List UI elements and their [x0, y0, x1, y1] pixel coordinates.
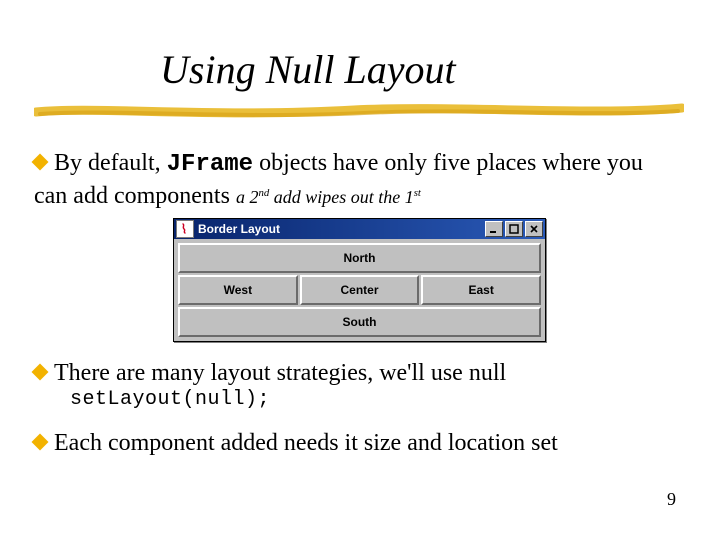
bullet-2-text: There are many layout strategies, we'll … [54, 360, 506, 386]
bullet-1-code: JFrame [167, 151, 253, 178]
maximize-button-icon [505, 221, 523, 237]
page-number: 9 [667, 489, 676, 510]
minimize-button-icon [485, 221, 503, 237]
bullet-icon [32, 434, 49, 451]
note-nd: nd [258, 187, 269, 199]
java-window-illustration: Border Layout North West Center East Sou… [173, 218, 546, 342]
slide: Using Null Layout By default, JFrame obj… [0, 0, 720, 540]
bullet-1: By default, JFrame objects have only fiv… [34, 148, 680, 211]
center-cell: Center [300, 275, 420, 305]
bullet-1-text-pre: By default, [54, 150, 167, 176]
bullet-2: There are many layout strategies, we'll … [34, 358, 680, 389]
window-title: Border Layout [198, 222, 483, 236]
brush-underline [34, 102, 684, 120]
north-cell: North [178, 243, 541, 273]
bullet-3: Each component added needs it size and l… [34, 428, 680, 459]
bullet-icon [32, 154, 49, 171]
java-cup-icon [176, 220, 194, 238]
west-cell: West [178, 275, 298, 305]
east-cell: East [421, 275, 541, 305]
note-b: add wipes out the 1 [269, 187, 414, 207]
bullet-3-text: Each component added needs it size and l… [54, 430, 558, 456]
slide-title: Using Null Layout [160, 46, 456, 93]
note-st: st [414, 187, 421, 199]
note-a: a 2 [236, 187, 259, 207]
bullet-icon [32, 364, 49, 381]
bullet-2-code: setLayout(null); [70, 388, 270, 411]
south-cell: South [178, 307, 541, 337]
borderlayout-panel: North West Center East South [174, 239, 545, 341]
bullet-1-note: a 2nd add wipes out the 1st [236, 187, 421, 207]
window-titlebar: Border Layout [174, 219, 545, 239]
close-button-icon [525, 221, 543, 237]
